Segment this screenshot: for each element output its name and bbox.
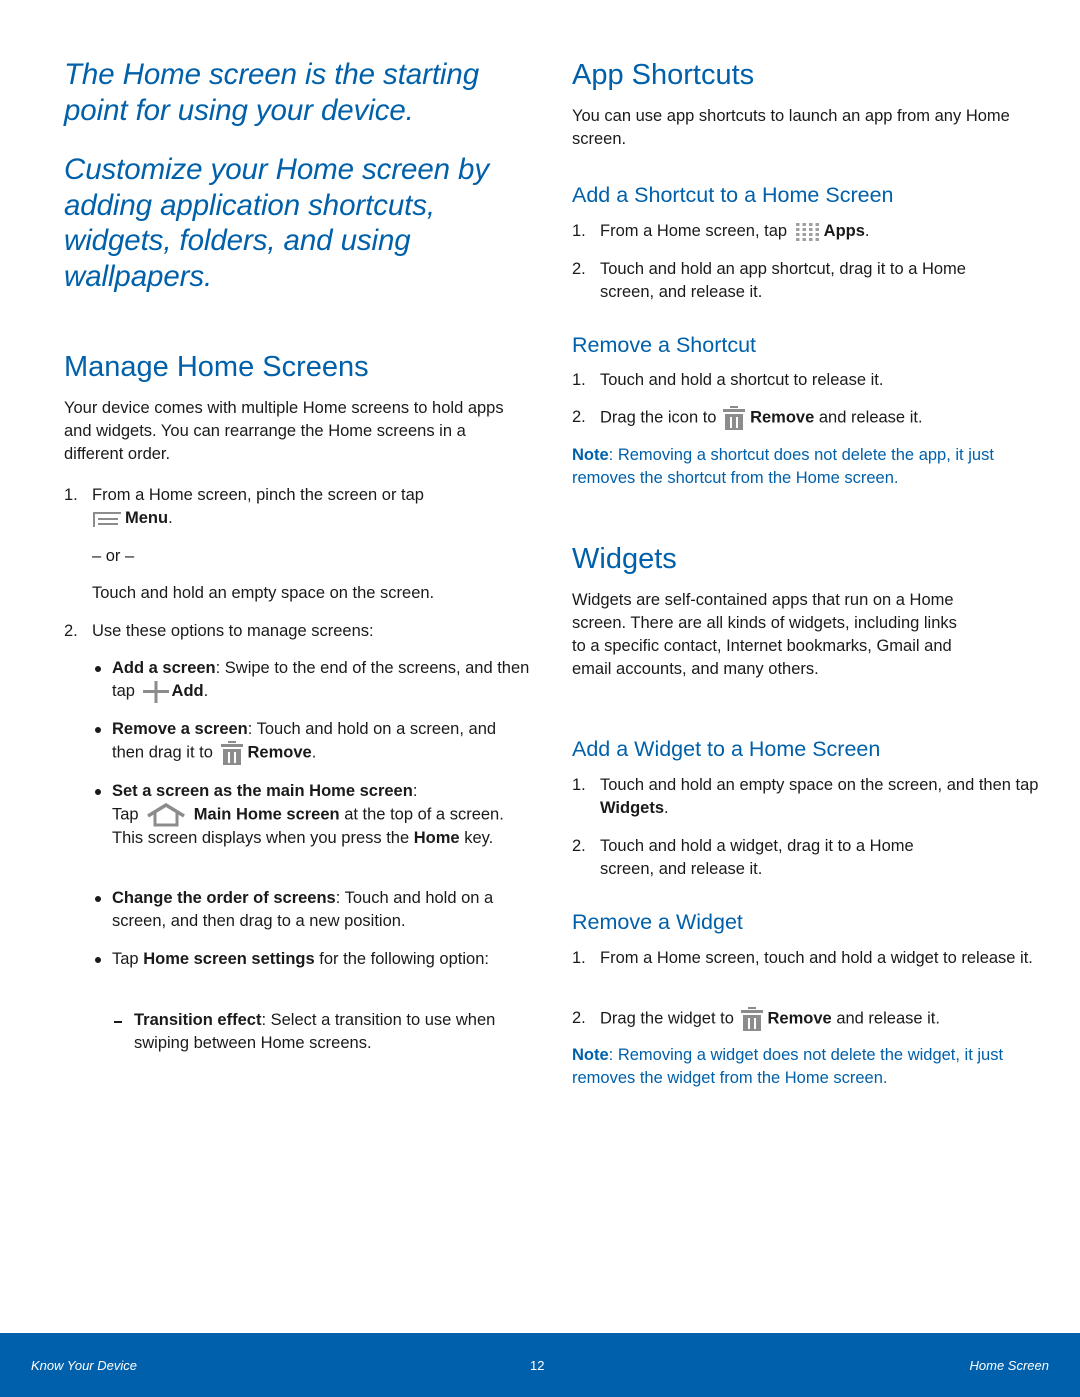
add-widget-heading: Add a Widget to a Home Screen: [572, 737, 881, 761]
option-title: Add a screen: [112, 659, 216, 677]
note-label: Note: [572, 446, 609, 464]
remove-label: Remove: [767, 1009, 832, 1028]
note-label: Note: [572, 1046, 609, 1064]
menu-icon: [92, 511, 122, 527]
step-number: 2.: [572, 1009, 586, 1027]
option-text: for the following option:: [319, 950, 489, 968]
footer-section: Home Screen: [969, 1358, 1049, 1373]
option-title: Transition effect: [134, 1011, 262, 1029]
remove-widget-step-1: 1. From a Home screen, touch and hold a …: [572, 947, 1050, 970]
home-icon: [146, 803, 186, 827]
option-title: Remove a screen: [112, 720, 248, 738]
widgets-body: Widgets are self-contained apps that run…: [572, 591, 957, 678]
step-number: 2.: [572, 837, 586, 855]
main-home-screen-label: Main Home screen: [193, 805, 340, 824]
option-remove-screen: Remove a screen: Touch and hold on a scr…: [92, 718, 532, 765]
add-widget-step-1: 1. Touch and hold an empty space on the …: [572, 776, 1039, 817]
sub-option-transition-effect: Transition effect: Select a transition t…: [112, 1009, 544, 1055]
intro-line-2: Customize your Home screen by adding app…: [64, 153, 490, 293]
remove-widget-heading: Remove a Widget: [572, 910, 743, 934]
manage-home-screens-heading: Manage Home Screens: [64, 351, 369, 383]
add-shortcut-step-1: 1. From a Home screen, tap Apps.: [572, 220, 1040, 243]
step-text: Use these options to manage screens:: [92, 622, 374, 640]
add-widget-step-2: 2. Touch and hold a widget, drag it to a…: [572, 835, 950, 881]
remove-shortcut-step-2: 2. Drag the icon to Remove and release i…: [572, 406, 1040, 430]
step-text: Touch and hold a widget, drag it to a Ho…: [600, 837, 914, 878]
trash-icon: [740, 1007, 763, 1031]
step-text: From a Home screen, touch and hold a wid…: [600, 949, 1033, 967]
step-number: 2.: [64, 622, 78, 640]
step-text: From a Home screen, tap: [600, 222, 788, 240]
step-number: 1.: [572, 776, 586, 794]
step-number: 1.: [572, 949, 586, 967]
remove-label: Remove: [750, 408, 815, 427]
step-number: 1.: [64, 486, 78, 504]
option-add-screen: Add a screen: Swipe to the end of the sc…: [92, 657, 532, 703]
step-number: 1.: [572, 371, 586, 389]
add-shortcut-step-2: 2. Touch and hold an app shortcut, drag …: [572, 258, 1020, 304]
step-text: Drag the icon to: [600, 408, 717, 427]
app-shortcuts-heading: App Shortcuts: [572, 59, 755, 91]
page-number: 12: [530, 1358, 545, 1373]
option-title: Change the order of screens: [112, 889, 336, 907]
option-main-home-screen: Set a screen as the main Home screen: Ta…: [92, 780, 532, 850]
add-shortcut-heading: Add a Shortcut to a Home Screen: [572, 183, 894, 207]
apps-grid-icon: [795, 222, 821, 242]
remove-widget-step-2: 2. Drag the widget to Remove and release…: [572, 1007, 1050, 1031]
apps-label: Apps: [823, 222, 865, 240]
option-text: Tap: [112, 805, 139, 824]
trash-icon: [723, 406, 746, 430]
step-number: 1.: [572, 222, 586, 240]
step-text: and release it.: [836, 1009, 940, 1028]
remove-shortcut-heading: Remove a Shortcut: [572, 333, 757, 357]
option-text: Tap: [112, 950, 139, 968]
step-text: Drag the widget to: [600, 1009, 734, 1028]
widgets-heading: Widgets: [572, 543, 677, 575]
option-title: Set a screen as the main Home screen: [112, 782, 413, 800]
or-separator: – or –: [92, 547, 135, 565]
manage-step-1: 1. From a Home screen, pinch the screen …: [64, 486, 424, 527]
alt-instruction: Touch and hold an empty space on the scr…: [92, 584, 435, 602]
note-text: : Removing a widget does not delete the …: [572, 1046, 1004, 1087]
manage-step-2: 2. Use these options to manage screens:: [64, 620, 532, 643]
remove-label: Remove: [247, 743, 312, 762]
footer-chapter: Know Your Device: [31, 1358, 137, 1373]
option-text: key.: [464, 829, 494, 847]
remove-shortcut-step-1: 1. Touch and hold a shortcut to release …: [572, 369, 1040, 392]
intro-line-1: The Home screen is the starting point fo…: [64, 58, 479, 127]
widget-note: Note: Removing a widget does not delete …: [572, 1044, 1022, 1090]
option-change-order: Change the order of screens: Touch and h…: [92, 887, 542, 933]
shortcut-note: Note: Removing a shortcut does not delet…: [572, 444, 1022, 490]
menu-label: Menu: [125, 509, 169, 527]
shortcuts-body: You can use app shortcuts to launch an a…: [572, 107, 1010, 148]
home-key-label: Home: [413, 829, 460, 847]
note-text: : Removing a shortcut does not delete th…: [572, 446, 994, 487]
step-text: From a Home screen, pinch the screen or …: [92, 486, 424, 504]
widgets-label: Widgets: [600, 799, 665, 817]
step-number: 2.: [572, 408, 586, 426]
option-home-screen-settings: Tap Home screen settings for the followi…: [92, 948, 532, 971]
step-text: and release it.: [818, 408, 923, 427]
step-text: Touch and hold an empty space on the scr…: [600, 776, 1039, 794]
option-title: Home screen settings: [143, 950, 315, 968]
trash-icon: [220, 741, 243, 765]
page-footer: Know Your Device 12 Home Screen: [0, 1333, 1080, 1397]
step-text: Touch and hold an app shortcut, drag it …: [600, 260, 966, 301]
add-label: Add: [171, 682, 204, 700]
step-number: 2.: [572, 260, 586, 278]
step-text: Touch and hold a shortcut to release it.: [600, 371, 884, 389]
manage-body: Your device comes with multiple Home scr…: [64, 399, 504, 463]
plus-icon: [142, 680, 169, 703]
